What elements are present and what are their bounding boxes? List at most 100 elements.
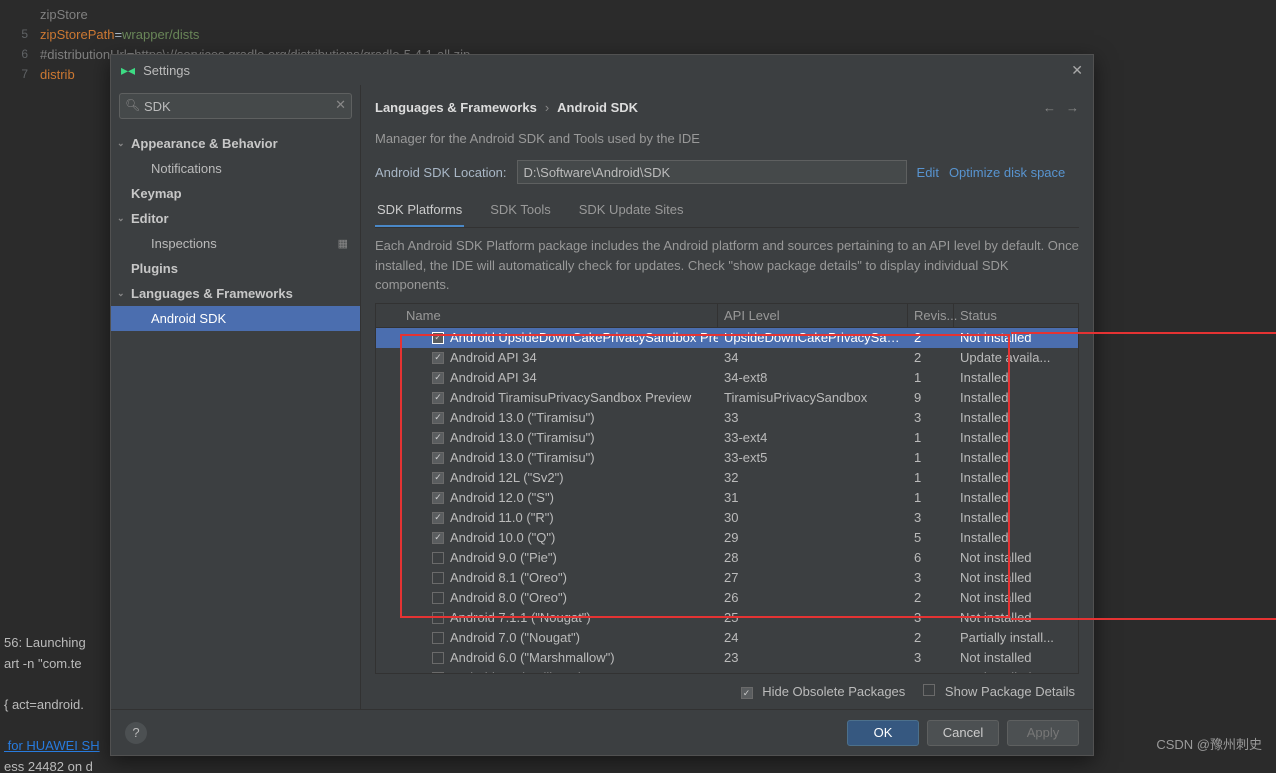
revision: 1: [908, 450, 954, 465]
checkbox-icon[interactable]: [432, 332, 444, 344]
sidebar-item[interactable]: Keymap: [111, 181, 360, 206]
table-row[interactable]: Android 13.0 ("Tiramisu")333Installed: [376, 408, 1078, 428]
table-row[interactable]: Android 12.0 ("S")311Installed: [376, 488, 1078, 508]
platform-name: Android 12L ("Sv2"): [450, 470, 564, 485]
status: Update availa...: [954, 350, 1064, 365]
col-name[interactable]: Name: [376, 304, 718, 327]
apply-button[interactable]: Apply: [1007, 720, 1079, 746]
checkbox-icon[interactable]: [432, 652, 444, 664]
checkbox-icon[interactable]: [432, 352, 444, 364]
table-row[interactable]: Android TiramisuPrivacySandbox PreviewTi…: [376, 388, 1078, 408]
search-icon: 🔍︎: [125, 98, 140, 112]
optimize-link[interactable]: Optimize disk space: [949, 165, 1065, 180]
col-revision[interactable]: Revis...: [908, 304, 954, 327]
platform-name: Android 7.0 ("Nougat"): [450, 630, 580, 645]
close-icon[interactable]: ✕: [1071, 62, 1083, 79]
chevron-down-icon: ⌄: [117, 138, 125, 149]
status: Installed: [954, 510, 1064, 525]
checkbox-icon[interactable]: [432, 592, 444, 604]
table-row[interactable]: Android 8.1 ("Oreo")273Not installed: [376, 568, 1078, 588]
table-row[interactable]: Android 11.0 ("R")303Installed: [376, 508, 1078, 528]
platform-name: Android 8.1 ("Oreo"): [450, 570, 567, 585]
sidebar-item[interactable]: Plugins: [111, 256, 360, 281]
checkbox-icon[interactable]: [432, 372, 444, 384]
sidebar-item[interactable]: Notifications: [111, 156, 360, 181]
checkbox-icon[interactable]: [432, 552, 444, 564]
revision: 5: [908, 530, 954, 545]
tab-sdk-update-sites[interactable]: SDK Update Sites: [577, 194, 686, 227]
watermark: CSDN @豫州刺史: [1156, 734, 1262, 753]
revision: 2: [908, 350, 954, 365]
sdk-location-label: Android SDK Location:: [375, 165, 507, 180]
platform-name: Android 13.0 ("Tiramisu"): [450, 430, 595, 445]
table-row[interactable]: Android 7.1.1 ("Nougat")253Not installed: [376, 608, 1078, 628]
revision: 3: [908, 510, 954, 525]
status: Installed: [954, 410, 1064, 425]
nav-forward-icon[interactable]: →: [1066, 100, 1079, 115]
sidebar-item-label: Languages & Frameworks: [131, 286, 293, 301]
terminal-link[interactable]: for HUAWEI SH: [4, 738, 100, 753]
platform-name: Android 13.0 ("Tiramisu"): [450, 410, 595, 425]
cancel-button[interactable]: Cancel: [927, 720, 999, 746]
clear-search-icon[interactable]: ✕: [335, 97, 346, 113]
platform-name: Android 9.0 ("Pie"): [450, 550, 557, 565]
ok-button[interactable]: OK: [847, 720, 919, 746]
api-level: 33-ext4: [718, 430, 908, 445]
search-input[interactable]: [119, 93, 352, 119]
checkbox-icon[interactable]: [432, 472, 444, 484]
table-row[interactable]: Android 10.0 ("Q")295Installed: [376, 528, 1078, 548]
checkbox-icon[interactable]: [432, 632, 444, 644]
edit-link[interactable]: Edit: [917, 165, 939, 180]
table-row[interactable]: Android 8.0 ("Oreo")262Not installed: [376, 588, 1078, 608]
checkbox-icon[interactable]: [432, 512, 444, 524]
show-details-checkbox[interactable]: Show Package Details: [923, 684, 1075, 699]
table-row[interactable]: Android 13.0 ("Tiramisu")33-ext41Install…: [376, 428, 1078, 448]
api-level: 34: [718, 350, 908, 365]
api-level: 29: [718, 530, 908, 545]
checkbox-icon[interactable]: [432, 612, 444, 624]
table-row[interactable]: Android API 3434-ext81Installed: [376, 368, 1078, 388]
checkbox-icon[interactable]: [432, 412, 444, 424]
table-row[interactable]: Android 5.1 ("Lollipop")222Not installed: [376, 668, 1078, 673]
status: Not installed: [954, 330, 1064, 345]
sidebar-item[interactable]: ⌄Languages & Frameworks: [111, 281, 360, 306]
checkbox-icon[interactable]: [432, 532, 444, 544]
table-row[interactable]: Android 6.0 ("Marshmallow")233Not instal…: [376, 648, 1078, 668]
sdk-tabs: SDK Platforms SDK Tools SDK Update Sites: [375, 194, 1079, 228]
status: Not installed: [954, 650, 1064, 665]
api-level: 32: [718, 470, 908, 485]
api-level: 33-ext5: [718, 450, 908, 465]
checkbox-icon[interactable]: [432, 432, 444, 444]
sdk-location-input[interactable]: [517, 160, 907, 184]
sidebar-item[interactable]: ⌄Appearance & Behavior: [111, 131, 360, 156]
table-row[interactable]: Android API 34 342Update availa...: [376, 348, 1078, 368]
col-status[interactable]: Status: [954, 304, 1064, 327]
checkbox-icon[interactable]: [432, 392, 444, 404]
help-button[interactable]: ?: [125, 722, 147, 744]
sidebar-item[interactable]: ⌄Editor: [111, 206, 360, 231]
settings-tree[interactable]: ⌄Appearance & BehaviorNotificationsKeyma…: [111, 127, 360, 335]
table-row[interactable]: Android 7.0 ("Nougat")242Partially insta…: [376, 628, 1078, 648]
table-row[interactable]: Android 9.0 ("Pie")286Not installed: [376, 548, 1078, 568]
table-row[interactable]: Android UpsideDownCakePrivacySandbox Pre…: [376, 328, 1078, 348]
sidebar-item[interactable]: Inspections▦: [111, 231, 360, 256]
gear-icon: ▦: [338, 237, 348, 250]
checkbox-icon[interactable]: [432, 492, 444, 504]
checkbox-icon[interactable]: [432, 672, 444, 673]
status: Installed: [954, 390, 1064, 405]
revision: 1: [908, 430, 954, 445]
table-row[interactable]: Android 12L ("Sv2")321Installed: [376, 468, 1078, 488]
hide-obsolete-checkbox[interactable]: Hide Obsolete Packages: [741, 684, 906, 700]
nav-back-icon[interactable]: ←: [1043, 100, 1056, 115]
api-level: 25: [718, 610, 908, 625]
status: Installed: [954, 370, 1064, 385]
checkbox-icon[interactable]: [432, 452, 444, 464]
checkbox-icon[interactable]: [432, 572, 444, 584]
status: Installed: [954, 490, 1064, 505]
col-api[interactable]: API Level: [718, 304, 908, 327]
tab-sdk-platforms[interactable]: SDK Platforms: [375, 194, 464, 227]
tab-sdk-tools[interactable]: SDK Tools: [488, 194, 552, 227]
sidebar-item[interactable]: Android SDK: [111, 306, 360, 331]
table-row[interactable]: Android 13.0 ("Tiramisu")33-ext51Install…: [376, 448, 1078, 468]
platform-name: Android API 34: [450, 350, 537, 365]
